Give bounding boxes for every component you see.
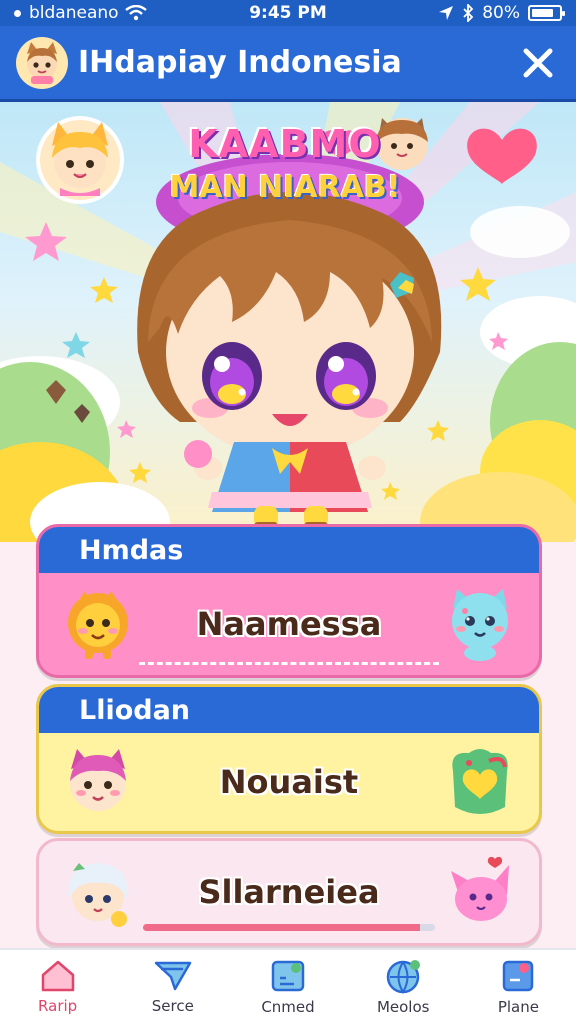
- card-option-button[interactable]: Sllarneiea: [39, 841, 539, 943]
- bluetooth-icon: [463, 4, 474, 22]
- card-header: Hmdas: [39, 527, 539, 573]
- nav-label: Serce: [151, 997, 194, 1015]
- card-lliodan: Lliodan Nouaist: [36, 684, 542, 834]
- card-option-button[interactable]: Naamessa: [39, 573, 539, 675]
- globe-icon: [386, 960, 421, 994]
- pink-cat-mascot-icon: [70, 749, 126, 811]
- white-hair-mascot-icon: [68, 863, 128, 927]
- app-header: IHdapiay Indonesia: [0, 26, 576, 102]
- pink-fox-icon: [451, 856, 509, 921]
- card-header: Lliodan: [39, 687, 539, 733]
- carrier-name: bldaneano: [29, 3, 119, 23]
- nav-item-globe[interactable]: Meolos: [346, 950, 461, 1024]
- location-arrow-icon: [439, 6, 454, 20]
- close-icon: [523, 48, 553, 77]
- send-icon: [154, 961, 192, 991]
- edit-icon: [271, 960, 305, 992]
- card-hmdas: Hmdas Naamessa: [36, 524, 542, 678]
- bottom-navigation: Rarip Serce Cnmed Meolos Plane: [0, 948, 576, 1024]
- lion-mascot-icon: [68, 591, 128, 659]
- status-time: 9:45 PM: [249, 3, 327, 23]
- nav-label: Plane: [497, 998, 539, 1016]
- progress-bar: [143, 924, 435, 931]
- card-label: Naamessa: [196, 605, 382, 643]
- signal-dot-icon: [14, 9, 21, 17]
- nav-item-home[interactable]: Rarip: [0, 950, 115, 1024]
- hero-title-line2: MAN NIARAB!: [169, 170, 401, 205]
- status-left: bldaneano: [14, 3, 214, 23]
- card-label: Sllarneiea: [198, 873, 380, 911]
- wifi-icon: [124, 5, 147, 21]
- nav-label: Meolos: [376, 998, 430, 1016]
- app-title: IHdapiay Indonesia: [78, 45, 402, 80]
- nav-item-edit[interactable]: Cnmed: [230, 950, 345, 1024]
- cat-avatar-icon: [16, 36, 68, 89]
- nav-item-send[interactable]: Serce: [115, 950, 230, 1024]
- status-right: 80%: [362, 3, 565, 23]
- status-bar: bldaneano 9:45 PM 80%: [0, 0, 576, 26]
- battery-icon: [528, 5, 565, 21]
- nav-label: Cnmed: [261, 998, 315, 1016]
- hero-banner: KAABMO MAN NIARAB!: [0, 102, 576, 542]
- dashed-divider: [139, 662, 439, 665]
- heart-decoration: [467, 128, 537, 184]
- hero-title-line1: KAABMO: [188, 122, 382, 166]
- close-button[interactable]: [516, 41, 560, 85]
- battery-percent: 80%: [482, 3, 520, 23]
- notebook-icon: [503, 960, 534, 992]
- nav-item-notebook[interactable]: Plane: [461, 950, 576, 1024]
- card-label: Nouaist: [219, 763, 359, 801]
- hero-illustration: [0, 102, 576, 542]
- card-sllarneiea: Sllarneiea: [36, 838, 542, 946]
- heart-bird-icon: [452, 749, 508, 814]
- nav-label: Rarip: [38, 997, 78, 1015]
- cat-mascot-icon: [452, 589, 508, 661]
- card-option-button[interactable]: Nouaist: [39, 733, 539, 831]
- home-icon: [41, 960, 74, 992]
